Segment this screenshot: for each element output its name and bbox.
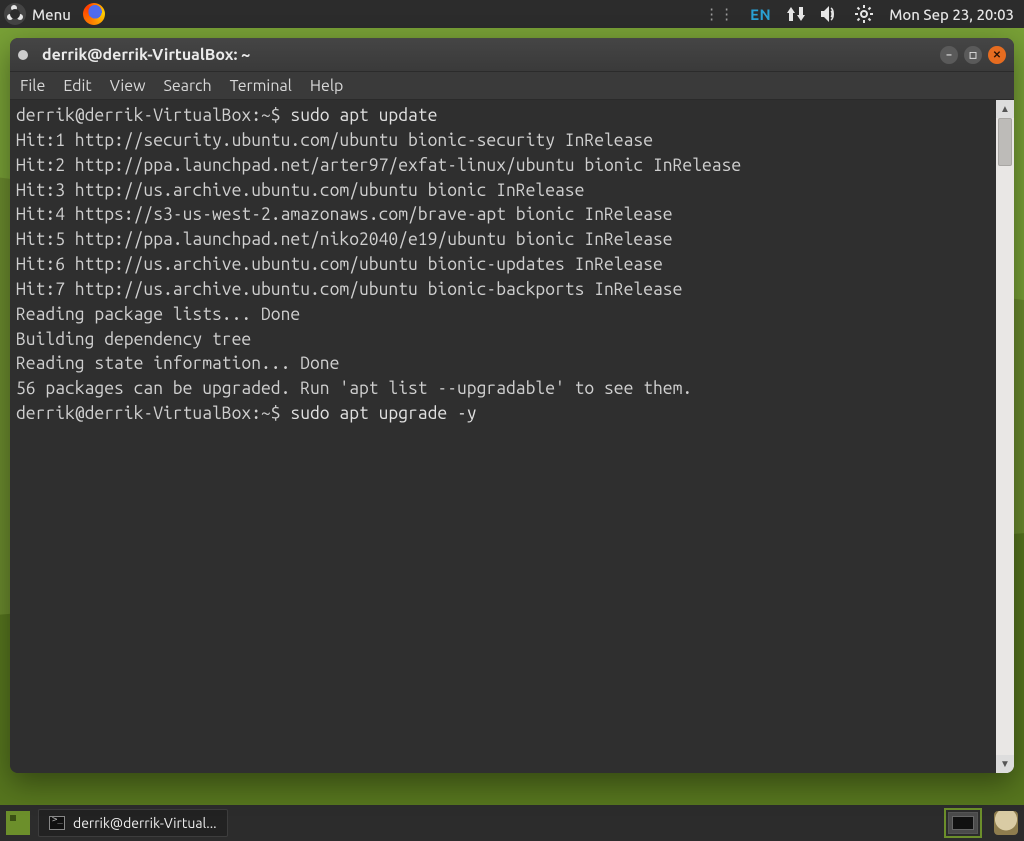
menu-file[interactable]: File [20, 77, 45, 95]
window-title: derrik@derrik-VirtualBox: ~ [42, 46, 940, 64]
network-updown-icon[interactable] [787, 7, 805, 21]
prompt-line: derrik@derrik-VirtualBox:~$ [16, 106, 290, 125]
menu-search[interactable]: Search [164, 77, 212, 95]
output-line: 56 packages can be upgraded. Run 'apt li… [16, 379, 692, 398]
window-preview-thumb[interactable] [948, 812, 978, 834]
window-titlebar[interactable]: derrik@derrik-VirtualBox: ~ – ◻ ✕ [10, 38, 1014, 72]
terminal-window: derrik@derrik-VirtualBox: ~ – ◻ ✕ File E… [10, 38, 1014, 773]
keyboard-language-indicator[interactable]: EN [750, 6, 771, 23]
output-line: Reading state information... Done [16, 354, 339, 373]
top-panel: Menu ⋮⋮ EN Mon Sep 23, 20:03 [0, 0, 1024, 28]
output-line: Hit:6 http://us.archive.ubuntu.com/ubunt… [16, 255, 663, 274]
output-line: Building dependency tree [16, 330, 251, 349]
top-panel-right: ⋮⋮ EN Mon Sep 23, 20:03 [704, 5, 1024, 23]
taskbar-item-label: derrik@derrik-Virtual... [73, 815, 217, 831]
titlebar-app-icon [18, 50, 28, 60]
clock-label[interactable]: Mon Sep 23, 20:03 [889, 6, 1014, 23]
user-avatar-icon[interactable] [994, 811, 1018, 835]
menu-button[interactable]: Menu [32, 6, 71, 23]
close-button[interactable]: ✕ [988, 46, 1006, 64]
window-controls: – ◻ ✕ [940, 46, 1006, 64]
terminal-body: derrik@derrik-VirtualBox:~$ sudo apt upd… [10, 100, 1014, 773]
scroll-thumb[interactable] [998, 118, 1012, 166]
output-line: Hit:7 http://us.archive.ubuntu.com/ubunt… [16, 280, 682, 299]
settings-gear-icon[interactable] [855, 5, 873, 23]
minimize-button[interactable]: – [940, 46, 958, 64]
sound-icon[interactable] [821, 6, 839, 22]
ubuntu-logo-icon[interactable] [4, 3, 26, 25]
menu-view[interactable]: View [110, 77, 146, 95]
command-text: sudo apt update [290, 106, 437, 125]
output-line: Reading package lists... Done [16, 305, 300, 324]
output-line: Hit:3 http://us.archive.ubuntu.com/ubunt… [16, 181, 584, 200]
firefox-icon[interactable] [83, 3, 105, 25]
maximize-button[interactable]: ◻ [964, 46, 982, 64]
panel-grip-icon: ⋮⋮ [704, 5, 734, 23]
menu-terminal[interactable]: Terminal [230, 77, 292, 95]
output-line: Hit:2 http://ppa.launchpad.net/arter97/e… [16, 156, 741, 175]
scroll-up-icon[interactable]: ▲ [996, 100, 1014, 118]
prompt-line: derrik@derrik-VirtualBox:~$ [16, 404, 290, 423]
taskbar-item-terminal[interactable]: derrik@derrik-Virtual... [38, 809, 228, 837]
scroll-down-icon[interactable]: ▼ [996, 755, 1014, 773]
top-panel-left: Menu [0, 3, 704, 25]
menu-help[interactable]: Help [310, 77, 344, 95]
menu-bar: File Edit View Search Terminal Help [10, 72, 1014, 100]
terminal-output[interactable]: derrik@derrik-VirtualBox:~$ sudo apt upd… [10, 100, 996, 773]
workspace-indicator-icon[interactable] [6, 811, 30, 835]
output-line: Hit:4 https://s3-us-west-2.amazonaws.com… [16, 205, 673, 224]
output-line: Hit:5 http://ppa.launchpad.net/niko2040/… [16, 230, 673, 249]
output-line: Hit:1 http://security.ubuntu.com/ubuntu … [16, 131, 653, 150]
command-text: sudo apt upgrade -y [290, 404, 476, 423]
menu-edit[interactable]: Edit [63, 77, 91, 95]
bottom-taskbar: derrik@derrik-Virtual... [0, 805, 1024, 841]
scrollbar[interactable]: ▲ ▼ [996, 100, 1014, 773]
terminal-icon [49, 816, 65, 830]
